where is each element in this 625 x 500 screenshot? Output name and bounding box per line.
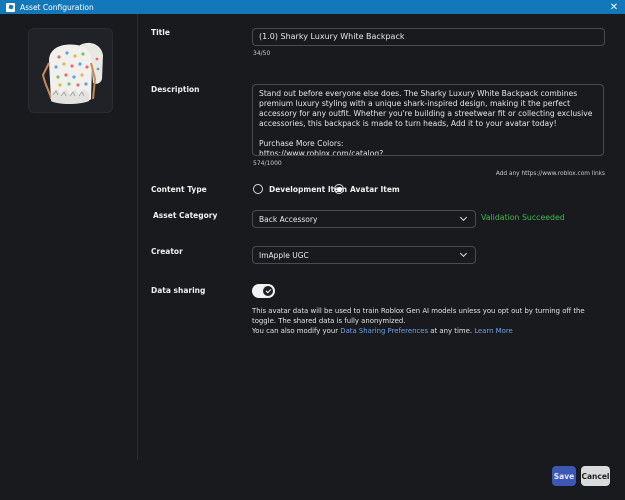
chevron-down-icon [459,249,468,258]
learn-more-link[interactable]: Learn More [474,327,513,335]
roblox-icon [6,2,15,12]
radio-development-item[interactable]: Development Item [253,184,347,194]
data-sharing-label: Data sharing [151,286,206,295]
radio-selected-icon[interactable] [334,184,344,194]
close-icon[interactable]: ✕ [607,0,621,14]
description-value: Stand out before everyone else does. The… [259,89,593,156]
description-textarea[interactable]: Stand out before everyone else does. The… [252,84,604,156]
title-input[interactable]: (1.0) Sharky Luxury White Backpack [252,28,605,46]
validation-status: Validation Succeeded [481,213,565,222]
creator-label: Creator [151,247,183,256]
cancel-button[interactable]: Cancel [581,466,610,486]
check-icon [263,286,273,296]
asset-category-value: Back Accessory [259,214,318,224]
data-sharing-text: This avatar data will be used to train R… [252,307,585,325]
title-input-value: (1.0) Sharky Luxury White Backpack [259,32,405,41]
radio-avatar-label: Avatar Item [350,184,400,194]
at-any-time-text: at any time. [430,327,473,335]
creator-value: ImApple UGC [259,250,309,260]
title-label: Title [151,28,170,37]
modify-prefix: You can also modify your [252,327,339,335]
save-button[interactable]: Save [552,466,576,486]
description-counter: 574/1000 [253,160,282,167]
asset-category-label: Asset Category [153,211,218,220]
data-sharing-toggle[interactable] [252,284,275,298]
data-sharing-preferences-link[interactable]: Data Sharing Preferences [340,327,428,335]
data-sharing-modify-line: You can also modify your Data Sharing Pr… [252,326,608,336]
radio-unselected-icon[interactable] [253,184,263,194]
asset-category-select[interactable]: Back Accessory [252,210,476,228]
asset-thumbnail [28,28,113,113]
window-title: Asset Configuration [20,2,94,12]
link-hint: Add any https://www.roblox.com links [495,171,605,177]
title-bar: Asset Configuration ✕ [0,0,625,14]
chevron-down-icon [459,213,468,222]
radio-avatar-item[interactable]: Avatar Item [334,184,400,194]
creator-select[interactable]: ImApple UGC [252,246,476,264]
data-sharing-description: This avatar data will be used to train R… [252,306,608,336]
title-counter: 34/50 [253,50,271,57]
content-type-label: Content Type [151,185,207,194]
description-label: Description [151,85,200,94]
panel-divider [137,14,138,460]
backpack-image [41,42,103,104]
